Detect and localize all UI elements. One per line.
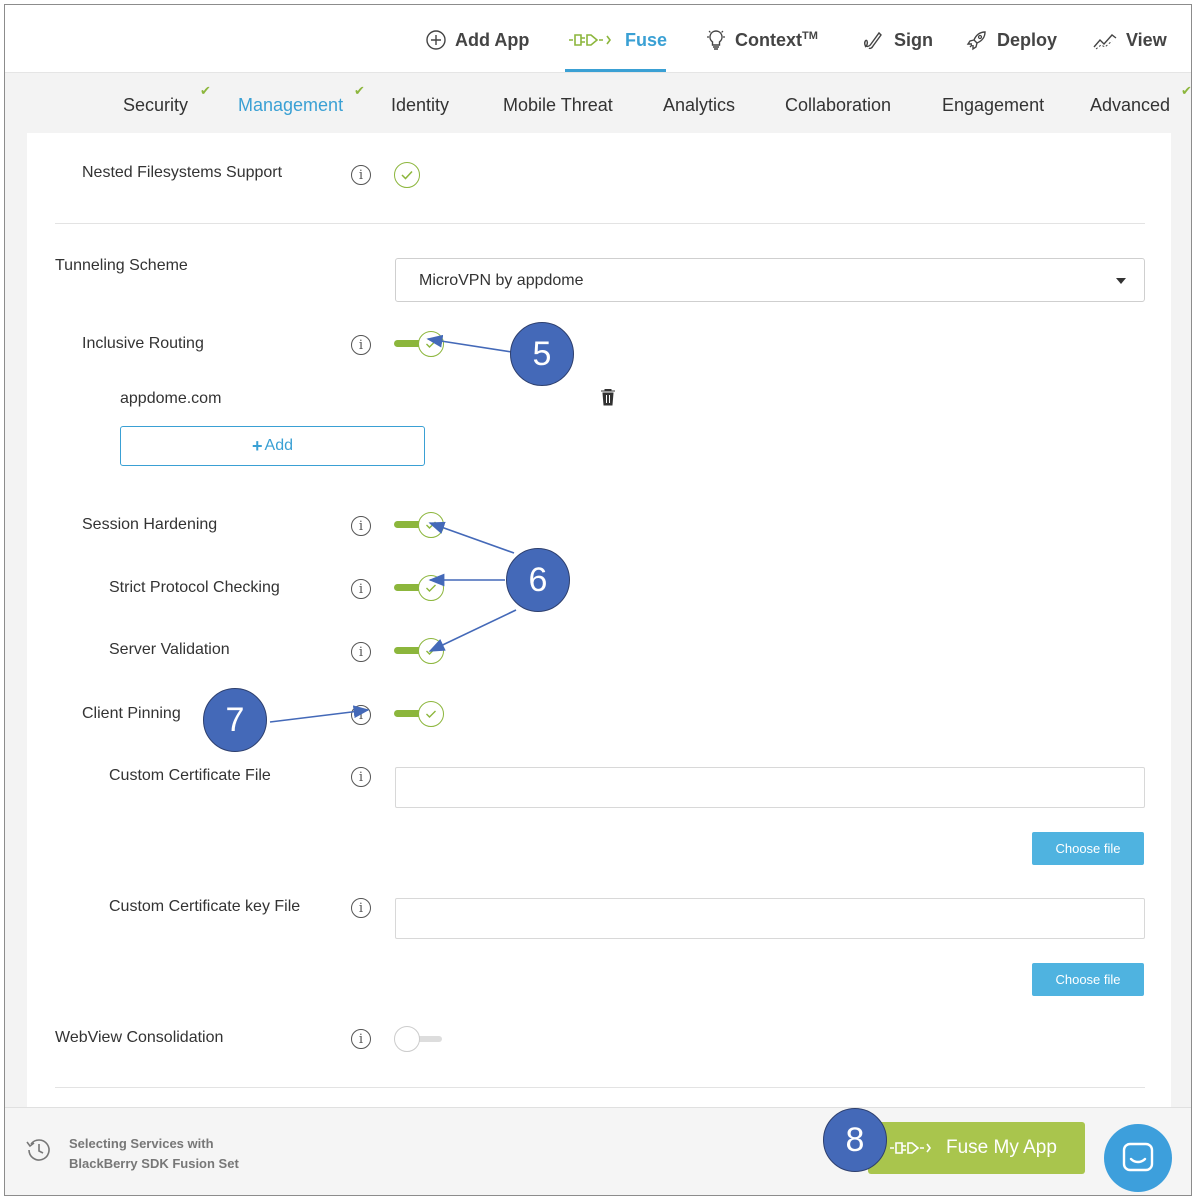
info-icon[interactable]: i: [351, 705, 371, 725]
fuse-my-app-label: Fuse My App: [946, 1137, 1057, 1158]
choose-cert-key-file-button[interactable]: Choose file: [1032, 963, 1144, 996]
add-domain-label: Add: [264, 437, 293, 454]
app-window: Add App Fuse ContextTM Sign Deploy View …: [4, 4, 1192, 1196]
plug-icon: [890, 1142, 931, 1154]
info-icon[interactable]: i: [351, 579, 371, 599]
chat-launcher[interactable]: [1104, 1124, 1172, 1192]
check-icon: [426, 710, 436, 718]
nav-context-label: ContextTM: [735, 29, 818, 50]
info-icon[interactable]: i: [351, 1029, 371, 1049]
tab-advanced[interactable]: Advanced: [1090, 95, 1170, 116]
custom-cert-key-file-input[interactable]: [395, 898, 1145, 939]
server-validation-label: Server Validation: [109, 641, 230, 658]
signature-icon: [864, 31, 882, 50]
tab-management[interactable]: Management: [238, 95, 343, 116]
tunneling-scheme-label: Tunneling Scheme: [55, 257, 188, 274]
rocket-icon: [966, 31, 986, 51]
session-hardening-label: Session Hardening: [82, 516, 218, 533]
history-icon[interactable]: [25, 1136, 53, 1164]
nav-deploy-label: Deploy: [997, 29, 1058, 50]
nav-sign-label: Sign: [894, 29, 933, 50]
section-divider: [55, 223, 1145, 224]
strict-protocol-toggle[interactable]: [394, 575, 444, 601]
top-navigation: Add App Fuse ContextTM Sign Deploy View: [5, 5, 1191, 73]
nav-context[interactable]: ContextTM: [705, 23, 818, 57]
right-gutter: [1171, 133, 1191, 1107]
trash-icon[interactable]: [600, 388, 616, 406]
custom-cert-file-label: Custom Certificate File: [109, 767, 271, 784]
nav-fuse-label: Fuse: [625, 29, 668, 50]
tunneling-scheme-select[interactable]: MicroVPN by appdome: [395, 258, 1145, 302]
client-pinning-label: Client Pinning: [82, 705, 181, 722]
toggle-knob: [418, 512, 444, 538]
nav-view-label: View: [1126, 29, 1167, 50]
chart-icon: [1093, 34, 1117, 50]
tunneling-scheme-value: MicroVPN by appdome: [419, 272, 584, 289]
callout-8: 8: [823, 1108, 887, 1172]
inclusive-routing-label: Inclusive Routing: [82, 335, 204, 352]
chevron-down-icon: [1116, 278, 1126, 284]
client-pinning-toggle[interactable]: [394, 701, 444, 727]
choose-cert-file-button[interactable]: Choose file: [1032, 832, 1144, 865]
info-icon[interactable]: i: [351, 165, 371, 185]
tab-analytics[interactable]: Analytics: [663, 95, 735, 116]
toggle-knob: [418, 701, 444, 727]
check-icon: [426, 340, 436, 348]
toggle-knob: [394, 1026, 420, 1052]
fusion-set-name: BlackBerry SDK Fusion Set: [69, 1156, 239, 1171]
security-complete-icon: ✔: [200, 83, 211, 98]
toggle-knob: [418, 638, 444, 664]
callout-7: 7: [203, 688, 267, 752]
domain-entry: appdome.com: [120, 390, 222, 407]
fusion-set-caption: Selecting Services with: [69, 1136, 214, 1151]
add-domain-button[interactable]: + Add: [120, 426, 425, 466]
plus-icon: +: [252, 435, 263, 456]
check-icon: [426, 647, 436, 655]
check-icon: [426, 584, 436, 592]
nav-add-app-label: Add App: [455, 29, 530, 50]
callout-6: 6: [506, 548, 570, 612]
tab-engagement[interactable]: Engagement: [942, 95, 1044, 116]
custom-cert-key-file-label: Custom Certificate key File: [109, 898, 301, 915]
fuse-my-app-button[interactable]: Fuse My App: [868, 1122, 1085, 1174]
nested-fs-check[interactable]: [394, 162, 420, 188]
toggle-knob: [418, 331, 444, 357]
inclusive-routing-toggle[interactable]: [394, 331, 444, 357]
nav-deploy[interactable]: Deploy: [965, 23, 1057, 57]
advanced-complete-icon: ✔: [1181, 83, 1192, 98]
info-icon[interactable]: i: [351, 767, 371, 787]
active-nav-indicator: [565, 69, 666, 72]
tab-mobile-threat[interactable]: Mobile Threat: [503, 95, 613, 116]
nav-fuse[interactable]: Fuse: [567, 23, 667, 57]
nav-sign[interactable]: Sign: [862, 23, 933, 57]
info-icon[interactable]: i: [351, 516, 371, 536]
custom-cert-file-input[interactable]: [395, 767, 1145, 808]
plug-icon: [569, 34, 611, 46]
server-validation-toggle[interactable]: [394, 638, 444, 664]
chat-icon: [1122, 1142, 1154, 1172]
callout-5: 5: [510, 322, 574, 386]
left-gutter: [5, 133, 27, 1107]
tab-identity[interactable]: Identity: [391, 95, 449, 116]
toggle-knob: [418, 575, 444, 601]
webview-consolidation-toggle[interactable]: [394, 1026, 444, 1052]
plus-circle-icon: [426, 30, 446, 50]
tab-collaboration[interactable]: Collaboration: [785, 95, 891, 116]
check-icon: [426, 521, 436, 529]
info-icon[interactable]: i: [351, 642, 371, 662]
nav-view[interactable]: View: [1092, 23, 1167, 57]
info-icon[interactable]: i: [351, 898, 371, 918]
nav-add-app[interactable]: Add App: [425, 23, 529, 57]
category-tabs: Security ✔ Management ✔ Identity Mobile …: [5, 73, 1191, 133]
session-hardening-toggle[interactable]: [394, 512, 444, 538]
strict-protocol-label: Strict Protocol Checking: [109, 579, 280, 596]
management-complete-icon: ✔: [354, 83, 365, 98]
nested-fs-label: Nested Filesystems Support: [82, 164, 283, 181]
tab-security[interactable]: Security: [123, 95, 188, 116]
lightbulb-icon: [707, 30, 725, 50]
info-icon[interactable]: i: [351, 335, 371, 355]
webview-consolidation-label: WebView Consolidation: [55, 1029, 224, 1046]
check-icon: [401, 170, 413, 180]
section-divider: [55, 1087, 1145, 1088]
